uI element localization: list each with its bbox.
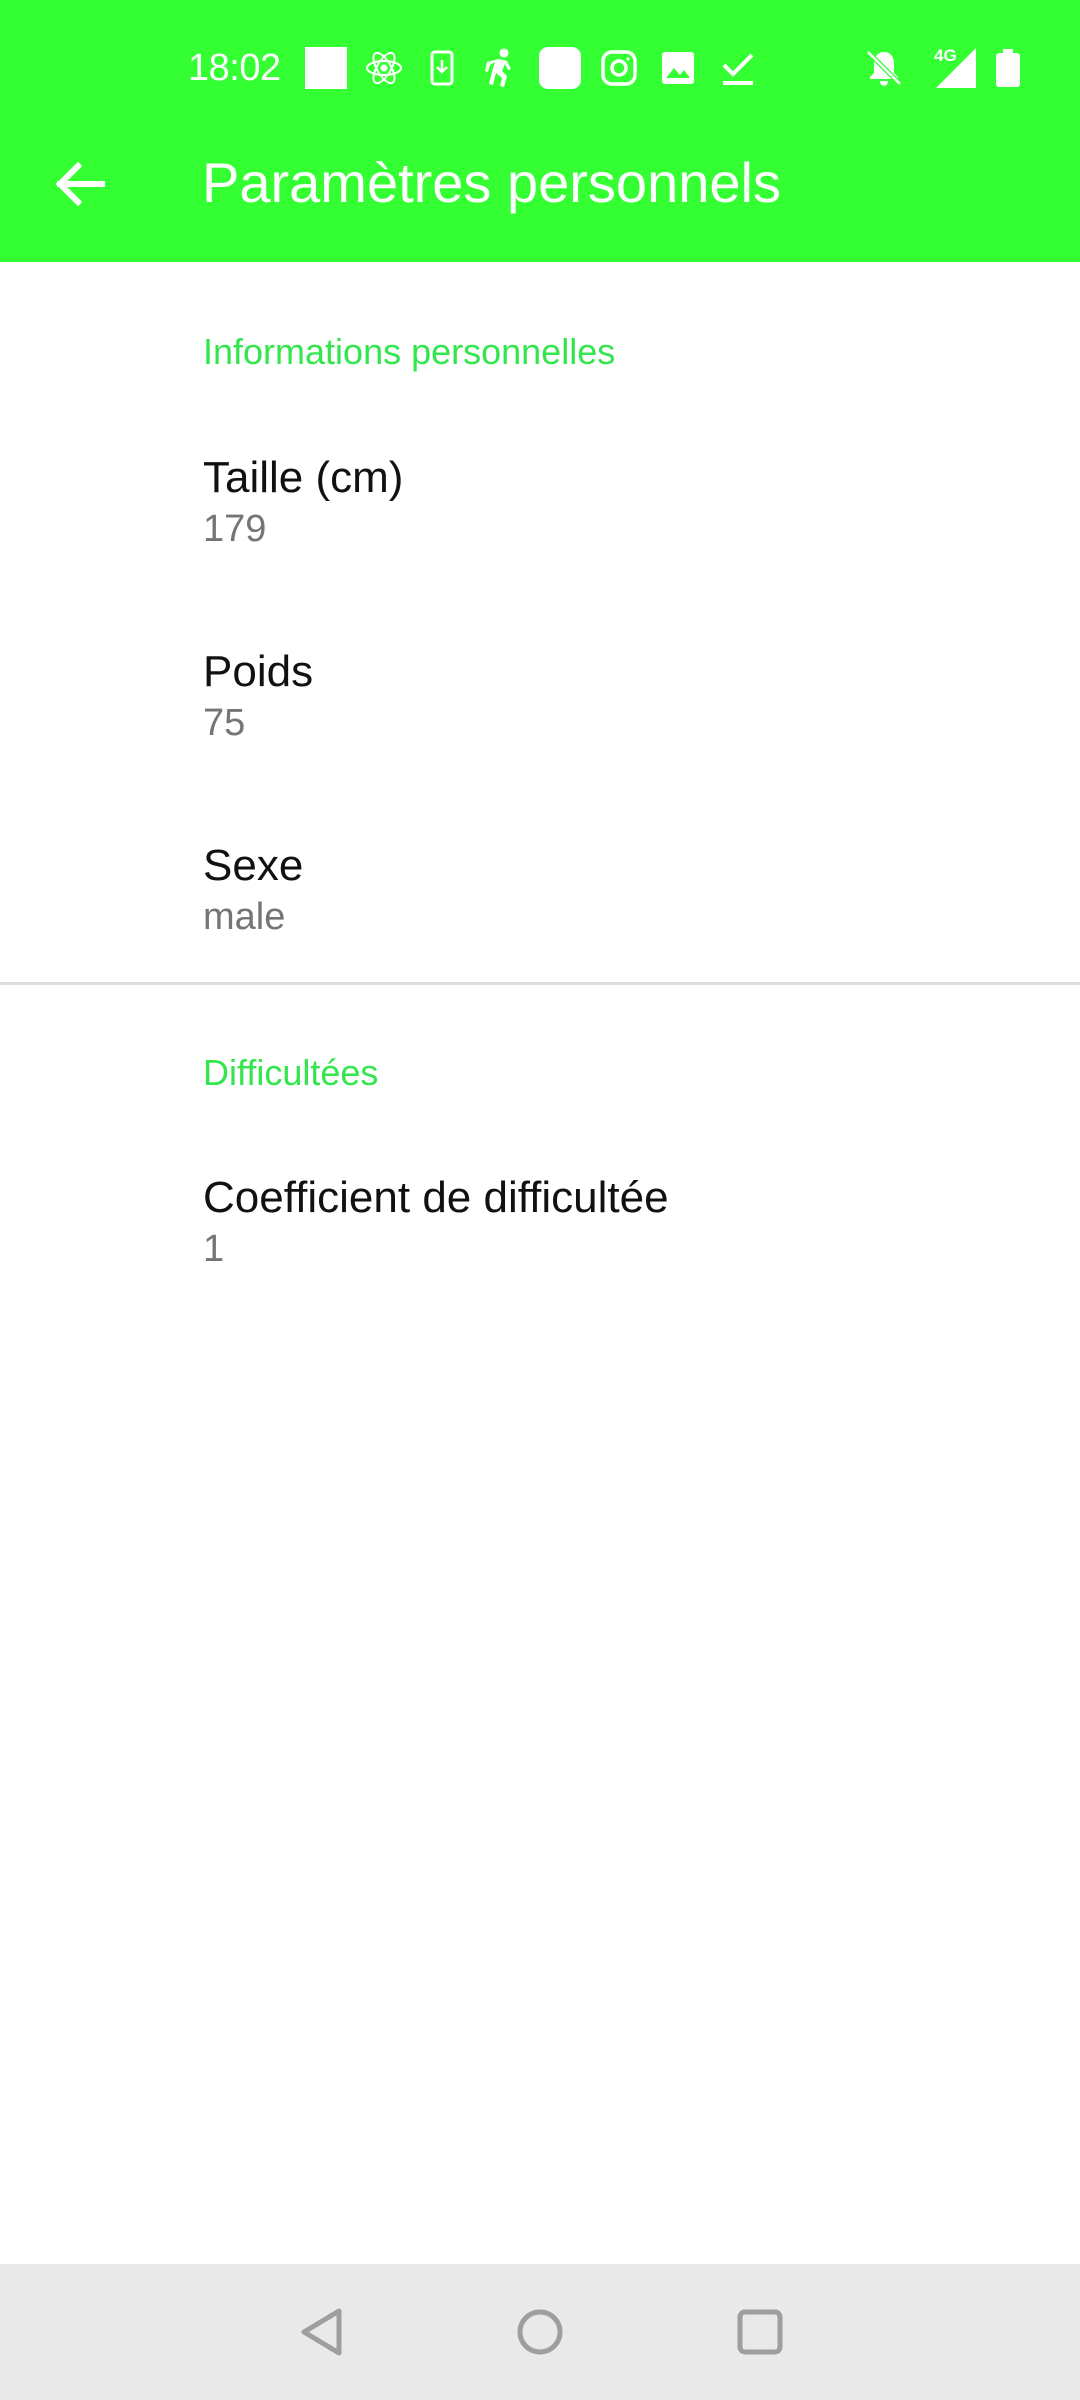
network-type-label: 4G	[934, 46, 957, 65]
page-title: Paramètres personnels	[202, 151, 781, 214]
back-button[interactable]	[30, 134, 130, 234]
pref-height-value: 179	[203, 508, 267, 550]
bell-off-icon	[860, 44, 908, 92]
home-circle-icon	[517, 2309, 563, 2355]
check-icon	[714, 44, 762, 92]
white-square-icon	[302, 44, 350, 92]
category-difficulty: Difficultées	[203, 1052, 379, 1093]
pref-difficulty-coefficient-value: 1	[203, 1228, 225, 1270]
pref-sex[interactable]: Sexe male	[0, 798, 1080, 992]
back-triangle-icon	[301, 2308, 342, 2356]
section-divider	[0, 982, 1080, 985]
nav-back-button[interactable]	[272, 2282, 372, 2382]
rounded-square-icon	[536, 44, 584, 92]
navigation-bar	[0, 2264, 1080, 2400]
nav-home-button[interactable]	[490, 2282, 590, 2382]
recents-square-icon	[737, 2309, 783, 2355]
arrow-left-icon	[55, 161, 105, 207]
pref-difficulty-coefficient-title: Coefficient de difficultée	[203, 1173, 669, 1222]
pref-height[interactable]: Taille (cm) 179	[0, 410, 1080, 604]
atom-icon	[360, 44, 408, 92]
category-personal-info: Informations personnelles	[203, 331, 616, 372]
instagram-icon	[595, 44, 643, 92]
pref-difficulty-coefficient[interactable]: Coefficient de difficultée 1	[0, 1130, 1080, 1324]
pref-sex-title: Sexe	[203, 841, 304, 890]
running-person-icon	[476, 44, 524, 92]
image-icon	[654, 44, 702, 92]
nav-recents-button[interactable]	[710, 2282, 810, 2382]
app-bar: 18:02 4G Paramètres personnels	[0, 0, 1080, 262]
status-time: 18:02	[188, 47, 281, 89]
battery-icon	[984, 44, 1032, 92]
pref-sex-value: male	[203, 896, 286, 938]
pref-weight-title: Poids	[203, 647, 314, 696]
status-bar: 18:02 4G	[0, 0, 1080, 138]
pref-weight-value: 75	[203, 702, 246, 744]
pref-weight[interactable]: Poids 75	[0, 604, 1080, 798]
pref-height-title: Taille (cm)	[203, 453, 404, 502]
phone-download-icon	[418, 44, 466, 92]
